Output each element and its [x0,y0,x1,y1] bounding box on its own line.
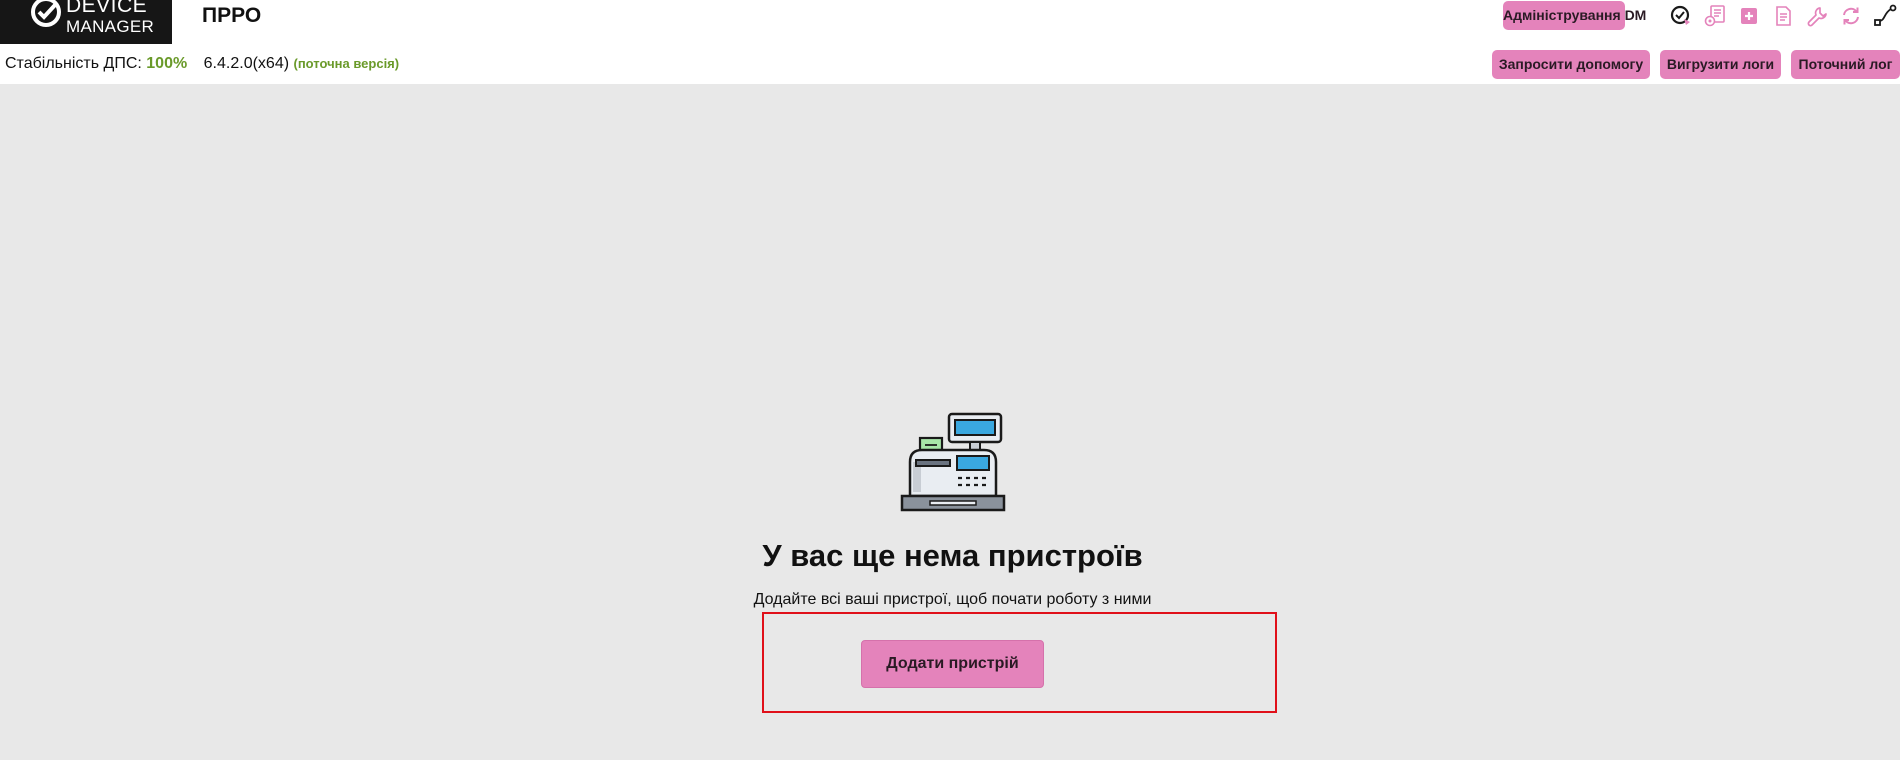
wrench-icon[interactable] [1805,4,1829,28]
status-line: Стабільність ДПС: 100% 6.4.2.0(x64) (пот… [5,55,399,73]
admin-dm-button[interactable]: Адміністрування DM [1503,1,1646,30]
device-manager-logo: DEVICE MANAGER [0,0,172,44]
app-title: ПРРО [202,4,262,27]
logo-text-line1: DEVICE [66,0,148,17]
receipt-settings-icon[interactable] [1703,4,1727,28]
current-log-button[interactable]: Поточний лог [1791,50,1900,79]
top-bar: DEVICE MANAGER ПРРО Адміністрування DM С… [0,0,1900,84]
connection-icon[interactable] [1873,4,1897,28]
logo-text-line2: MANAGER [66,17,155,36]
cash-register-icon [900,412,1006,512]
highlight-box [762,612,1277,713]
upload-logs-button[interactable]: Вигрузити логи [1660,50,1781,79]
empty-state-subtitle: Додайте всі ваші пристрої, щоб почати ро… [753,591,1152,608]
add-icon[interactable] [1737,4,1761,28]
version-note: (поточна версія) [293,56,400,71]
app-version: 6.4.2.0(x64) [203,55,290,72]
document-icon[interactable] [1771,4,1795,28]
logo-check-icon [31,0,61,27]
refresh-icon[interactable] [1839,4,1863,28]
empty-state-title: У вас ще нема пристроїв [762,538,1143,573]
stability-label: Стабільність ДПС: [5,55,142,72]
sync-status-icon[interactable] [1669,4,1693,28]
request-help-button[interactable]: Запросити допомогу [1492,50,1650,79]
stability-value: 100% [146,55,188,72]
